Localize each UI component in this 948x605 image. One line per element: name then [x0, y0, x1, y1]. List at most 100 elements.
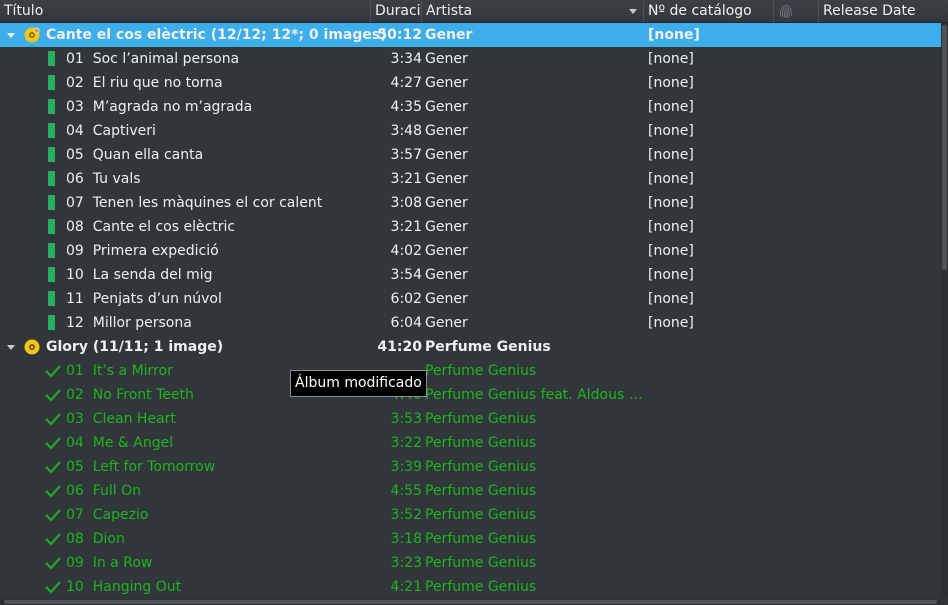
track-row[interactable]: 06 Tu vals 3:21 Gener [none] [0, 167, 941, 191]
album-duration: 50:12 [377, 27, 422, 43]
track-row[interactable]: 01 Soc l’animal persona 3:34 Gener [none… [0, 47, 941, 71]
track-artist: Gener [425, 75, 468, 91]
track-duration: 3:21 [390, 219, 422, 235]
track-duration: 4:21 [390, 579, 422, 595]
track-catalog: [none] [648, 219, 694, 235]
track-catalog: [none] [648, 243, 694, 259]
track-artist: Gener [425, 267, 468, 283]
track-pending-indicator-icon [48, 51, 55, 66]
column-header-title[interactable]: Título [0, 0, 371, 22]
cd-modified-icon [24, 27, 40, 43]
track-row[interactable]: 10 La senda del mig 3:54 Gener [none] [0, 263, 941, 287]
track-row[interactable]: 03 Clean Heart 3:53 Perfume Genius [0, 407, 941, 431]
track-catalog: [none] [648, 147, 694, 163]
track-artist: Gener [425, 147, 468, 163]
track-title: 08 Dion [66, 531, 125, 547]
column-header-artist[interactable]: Artista [422, 0, 644, 22]
track-artist: Perfume Genius [425, 531, 537, 547]
track-row[interactable]: 05 Left for Tomorrow 3:39 Perfume Genius [0, 455, 941, 479]
track-title: 01 Soc l’animal persona [66, 51, 240, 67]
track-pending-indicator-icon [48, 171, 55, 186]
track-row[interactable]: 11 Penjats d’un núvol 6:02 Gener [none] [0, 287, 941, 311]
album-artist: Perfume Genius [425, 339, 551, 355]
album-title: Glory (11/11; 1 image) [46, 339, 224, 355]
track-artist: Perfume Genius [425, 555, 537, 571]
track-duration: 3:54 [390, 267, 422, 283]
track-catalog: [none] [648, 171, 694, 187]
track-duration: 4:35 [390, 99, 422, 115]
album-artist: Gener [425, 27, 473, 43]
collapse-arrow-icon[interactable] [7, 345, 15, 350]
track-row[interactable]: 05 Quan ella canta 3:57 Gener [none] [0, 143, 941, 167]
track-duration: 4:02 [390, 243, 422, 259]
check-icon [45, 413, 61, 426]
track-catalog: [none] [648, 315, 694, 331]
track-title: 03 M’agrada no m’agrada [66, 99, 253, 115]
track-row[interactable]: 08 Cante el cos elèctric 3:21 Gener [non… [0, 215, 941, 239]
track-duration: 6:04 [390, 315, 422, 331]
track-row[interactable]: 03 M’agrada no m’agrada 4:35 Gener [none… [0, 95, 941, 119]
album-row[interactable]: Cante el cos elèctric (12/12; 12*; 0 ima… [0, 23, 941, 47]
fingerprint-icon [780, 4, 792, 19]
horizontal-scrollbar[interactable] [0, 599, 941, 605]
track-duration: 3:48 [390, 123, 422, 139]
track-title: 11 Penjats d’un núvol [66, 291, 222, 307]
track-row[interactable]: 07 Tenen les màquines el cor calent 3:08… [0, 191, 941, 215]
track-title: 02 No Front Teeth [66, 387, 194, 403]
track-title: 05 Left for Tomorrow [66, 459, 216, 475]
track-pending-indicator-icon [48, 267, 55, 282]
track-catalog: [none] [648, 195, 694, 211]
track-catalog: [none] [648, 123, 694, 139]
album-duration: 41:20 [377, 339, 422, 355]
column-header-duration[interactable]: Duraci [371, 0, 422, 22]
track-pending-indicator-icon [48, 99, 55, 114]
column-header-release-date[interactable]: Release Date [819, 0, 941, 22]
track-artist: Perfume Genius feat. Aldous … [425, 387, 643, 403]
check-icon [45, 389, 61, 402]
track-pending-indicator-icon [48, 243, 55, 258]
track-artist: Gener [425, 123, 468, 139]
vertical-scrollbar[interactable] [941, 23, 948, 599]
track-title: 07 Capezio [66, 507, 149, 523]
track-duration: 3:08 [390, 195, 422, 211]
track-catalog: [none] [648, 291, 694, 307]
track-pending-indicator-icon [48, 147, 55, 162]
track-row[interactable]: 09 In a Row 3:23 Perfume Genius [0, 551, 941, 575]
album-row[interactable]: Glory (11/11; 1 image) 41:20 Perfume Gen… [0, 335, 941, 359]
track-pending-indicator-icon [48, 123, 55, 138]
track-row[interactable]: 02 El riu que no torna 4:27 Gener [none] [0, 71, 941, 95]
track-catalog: [none] [648, 99, 694, 115]
album-catalog: [none] [648, 27, 700, 43]
track-duration: 3:23 [390, 555, 422, 571]
track-row[interactable]: 08 Dion 3:18 Perfume Genius [0, 527, 941, 551]
vertical-scrollbar-thumb[interactable] [942, 25, 947, 270]
track-row[interactable]: 01 It’s a Mirror Perfume Genius [0, 359, 941, 383]
track-artist: Gener [425, 99, 468, 115]
track-title: 10 Hanging Out [66, 579, 182, 595]
track-row[interactable]: 04 Captiveri 3:48 Gener [none] [0, 119, 941, 143]
track-artist: Gener [425, 243, 468, 259]
track-artist: Perfume Genius [425, 579, 537, 595]
track-title: 04 Me & Angel [66, 435, 174, 451]
sort-descending-icon [629, 9, 637, 14]
column-header-fingerprint[interactable] [774, 0, 819, 22]
track-duration: 3:53 [390, 411, 422, 427]
check-icon [45, 533, 61, 546]
track-artist: Perfume Genius [425, 363, 537, 379]
album-catalog [648, 335, 773, 359]
collapse-arrow-icon[interactable] [7, 33, 15, 38]
track-artist: Perfume Genius [425, 435, 537, 451]
track-row[interactable]: 02 No Front Teeth 4:40 Perfume Genius fe… [0, 383, 941, 407]
horizontal-scrollbar-thumb[interactable] [4, 600, 937, 604]
track-row[interactable]: 07 Capezio 3:52 Perfume Genius [0, 503, 941, 527]
track-row[interactable]: 10 Hanging Out 4:21 Perfume Genius [0, 575, 941, 599]
track-row[interactable]: 06 Full On 4:55 Perfume Genius [0, 479, 941, 503]
track-row[interactable]: 12 Millor persona 6:04 Gener [none] [0, 311, 941, 335]
column-header-catalog[interactable]: Nº de catálogo [644, 0, 774, 22]
track-title: 07 Tenen les màquines el cor calent [66, 195, 323, 211]
track-row[interactable]: 09 Primera expedició 4:02 Gener [none] [0, 239, 941, 263]
track-pending-indicator-icon [48, 315, 55, 330]
track-catalog: [none] [648, 75, 694, 91]
track-title: 09 Primera expedició [66, 243, 219, 259]
track-row[interactable]: 04 Me & Angel 3:22 Perfume Genius [0, 431, 941, 455]
